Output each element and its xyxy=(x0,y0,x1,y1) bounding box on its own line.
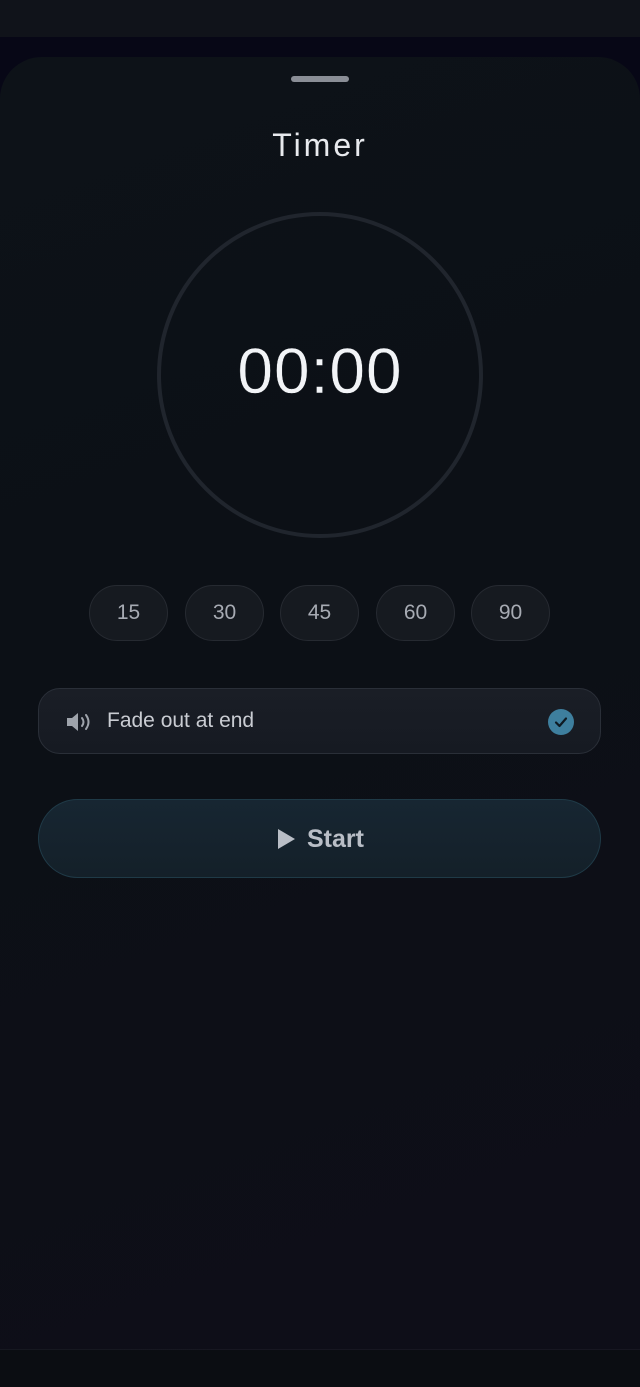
start-label: Start xyxy=(307,825,364,853)
start-button[interactable]: Start xyxy=(38,799,601,878)
timer-dial: 00:00 xyxy=(157,212,483,538)
preset-button-15[interactable]: 15 xyxy=(89,585,168,641)
preset-button-90[interactable]: 90 xyxy=(471,585,550,641)
preset-button-45[interactable]: 45 xyxy=(280,585,359,641)
timer-display: 00:00 xyxy=(237,335,403,407)
preset-button-30[interactable]: 30 xyxy=(185,585,264,641)
bottom-bar xyxy=(0,1350,640,1387)
checkmark-icon[interactable] xyxy=(548,709,574,735)
fade-out-label: Fade out at end xyxy=(107,709,255,732)
timer-sheet: Timer 00:00 15 30 45 60 90 Fade out at e… xyxy=(0,57,640,1350)
status-bar xyxy=(0,0,640,37)
drag-handle[interactable] xyxy=(291,76,349,82)
play-icon xyxy=(278,829,295,849)
sheet-title: Timer xyxy=(272,127,368,163)
speaker-icon xyxy=(67,713,90,731)
preset-button-60[interactable]: 60 xyxy=(376,585,455,641)
preset-buttons: 15 30 45 60 90 xyxy=(89,585,551,643)
fade-out-toggle[interactable]: Fade out at end xyxy=(38,688,601,754)
